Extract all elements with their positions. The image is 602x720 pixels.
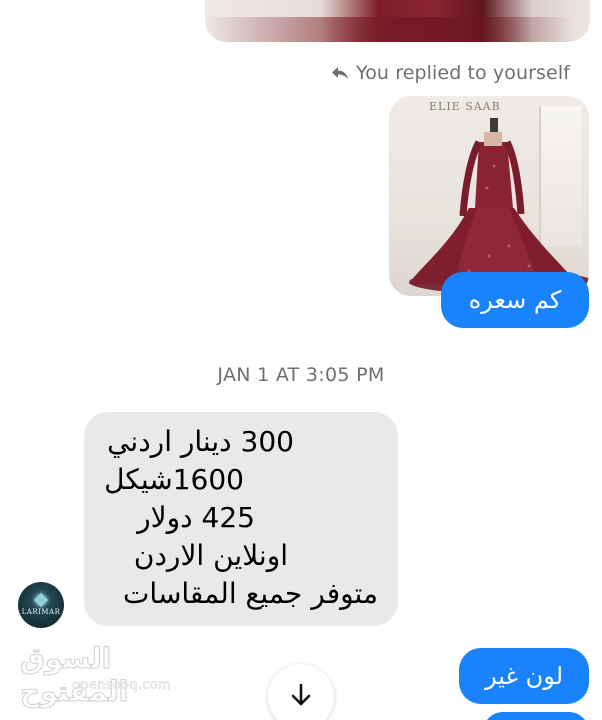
arrow-down-icon [291, 683, 311, 706]
reply-indicator-text: You replied to yourself [356, 62, 570, 84]
chat-screen: You replied to yourself ELIE SAAB كم سعر… [0, 0, 602, 720]
incoming-message-price-list[interactable]: 300 دينار اردني 1600شيكل 425 دولار اونلا… [84, 412, 398, 626]
sizes-available-line: متوفر جميع المقاسات [123, 577, 378, 610]
dress-image [409, 118, 589, 294]
watermark-latin: opensooq.com [72, 678, 171, 694]
avatar[interactable]: LARIMAR [18, 582, 64, 628]
price-line-jod: 300 دينار اردني [107, 425, 294, 458]
price-line-shekel: 1600شيكل [104, 463, 244, 496]
outgoing-message-price-question[interactable]: كم سعره [441, 272, 589, 328]
photo-floor-detail [205, 17, 590, 42]
reply-indicator: You replied to yourself [330, 62, 570, 84]
message-timestamp: JAN 1 AT 3:05 PM [217, 364, 385, 386]
opensooq-watermark: السوق المفتوح opensooq.com [19, 641, 180, 708]
online-jordan-line: اونلاين الاردن [133, 539, 288, 572]
outgoing-message-color-question[interactable]: لون غير [459, 648, 589, 704]
previous-photo-bubble[interactable] [205, 0, 590, 42]
message-text: كم سعره [468, 286, 562, 314]
scroll-to-bottom-button[interactable] [268, 664, 334, 720]
outgoing-message-next[interactable] [483, 712, 589, 720]
price-line-usd: 425 دولار [137, 501, 255, 534]
message-text: لون غير [485, 662, 563, 690]
gem-icon [33, 592, 49, 607]
watermark-arabic: السوق المفتوح [19, 641, 129, 708]
reply-arrow-icon [332, 67, 349, 79]
avatar-label: LARIMAR [21, 607, 61, 616]
dress-photo-bubble[interactable]: ELIE SAAB [389, 96, 589, 296]
